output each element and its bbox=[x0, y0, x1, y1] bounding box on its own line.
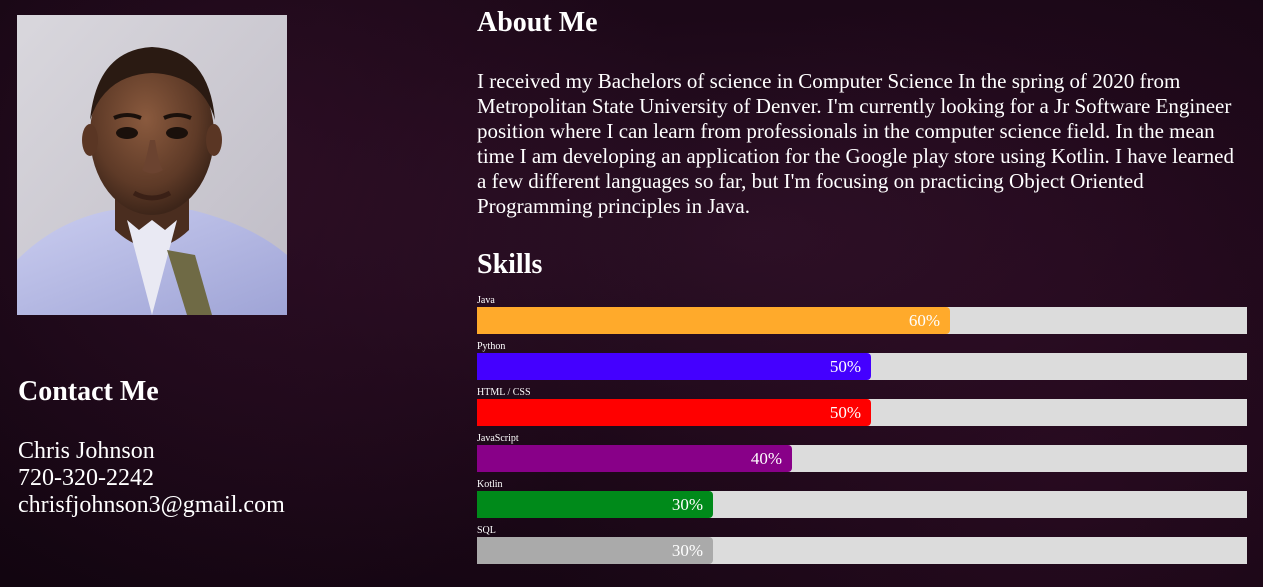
skill-name: Java bbox=[477, 295, 495, 306]
skill-html-css: HTML / CSS 50% bbox=[477, 386, 1247, 432]
contact-section: Contact Me Chris Johnson 720-320-2242 ch… bbox=[18, 376, 418, 519]
skill-name: Python bbox=[477, 341, 506, 352]
skill-javascript: JavaScript 40% bbox=[477, 432, 1247, 478]
skill-name: Kotlin bbox=[477, 479, 503, 490]
main-content: About Me I received my Bachelors of scie… bbox=[477, 6, 1247, 570]
skill-sql: SQL 30% bbox=[477, 524, 1247, 570]
skill-bar-track: 50% bbox=[477, 353, 1247, 380]
contact-email[interactable]: chrisfjohnson3@gmail.com bbox=[18, 492, 418, 519]
skill-name: SQL bbox=[477, 525, 496, 536]
skill-bar-track: 60% bbox=[477, 307, 1247, 334]
profile-photo-image bbox=[17, 15, 287, 315]
skill-kotlin: Kotlin 30% bbox=[477, 478, 1247, 524]
skill-percent: 30% bbox=[671, 495, 703, 514]
skill-percent: 50% bbox=[829, 357, 861, 376]
skills-title: Skills bbox=[477, 249, 543, 280]
skill-bar-track: 40% bbox=[477, 445, 1247, 472]
contact-name: Chris Johnson bbox=[18, 438, 155, 464]
skill-bar-track: 30% bbox=[477, 537, 1247, 564]
skills-list: Java 60% Python 50% HTML / CSS 50% JavaS… bbox=[477, 294, 1247, 570]
skill-percent: 50% bbox=[829, 403, 861, 422]
profile-photo bbox=[17, 15, 287, 315]
about-text: I received my Bachelors of science in Co… bbox=[477, 69, 1234, 218]
skill-percent: 30% bbox=[671, 541, 703, 560]
skill-name: HTML / CSS bbox=[477, 387, 531, 398]
skill-percent: 60% bbox=[908, 311, 940, 330]
contact-title: Contact Me bbox=[18, 376, 159, 407]
skill-python: Python 50% bbox=[477, 340, 1247, 386]
skill-bar-track: 50% bbox=[477, 399, 1247, 426]
skill-percent: 40% bbox=[750, 449, 782, 468]
skill-name: JavaScript bbox=[477, 433, 519, 444]
skill-bar-track: 30% bbox=[477, 491, 1247, 518]
skill-java: Java 60% bbox=[477, 294, 1247, 340]
about-title: About Me bbox=[477, 7, 598, 38]
contact-phone[interactable]: 720-320-2242 bbox=[18, 465, 418, 492]
